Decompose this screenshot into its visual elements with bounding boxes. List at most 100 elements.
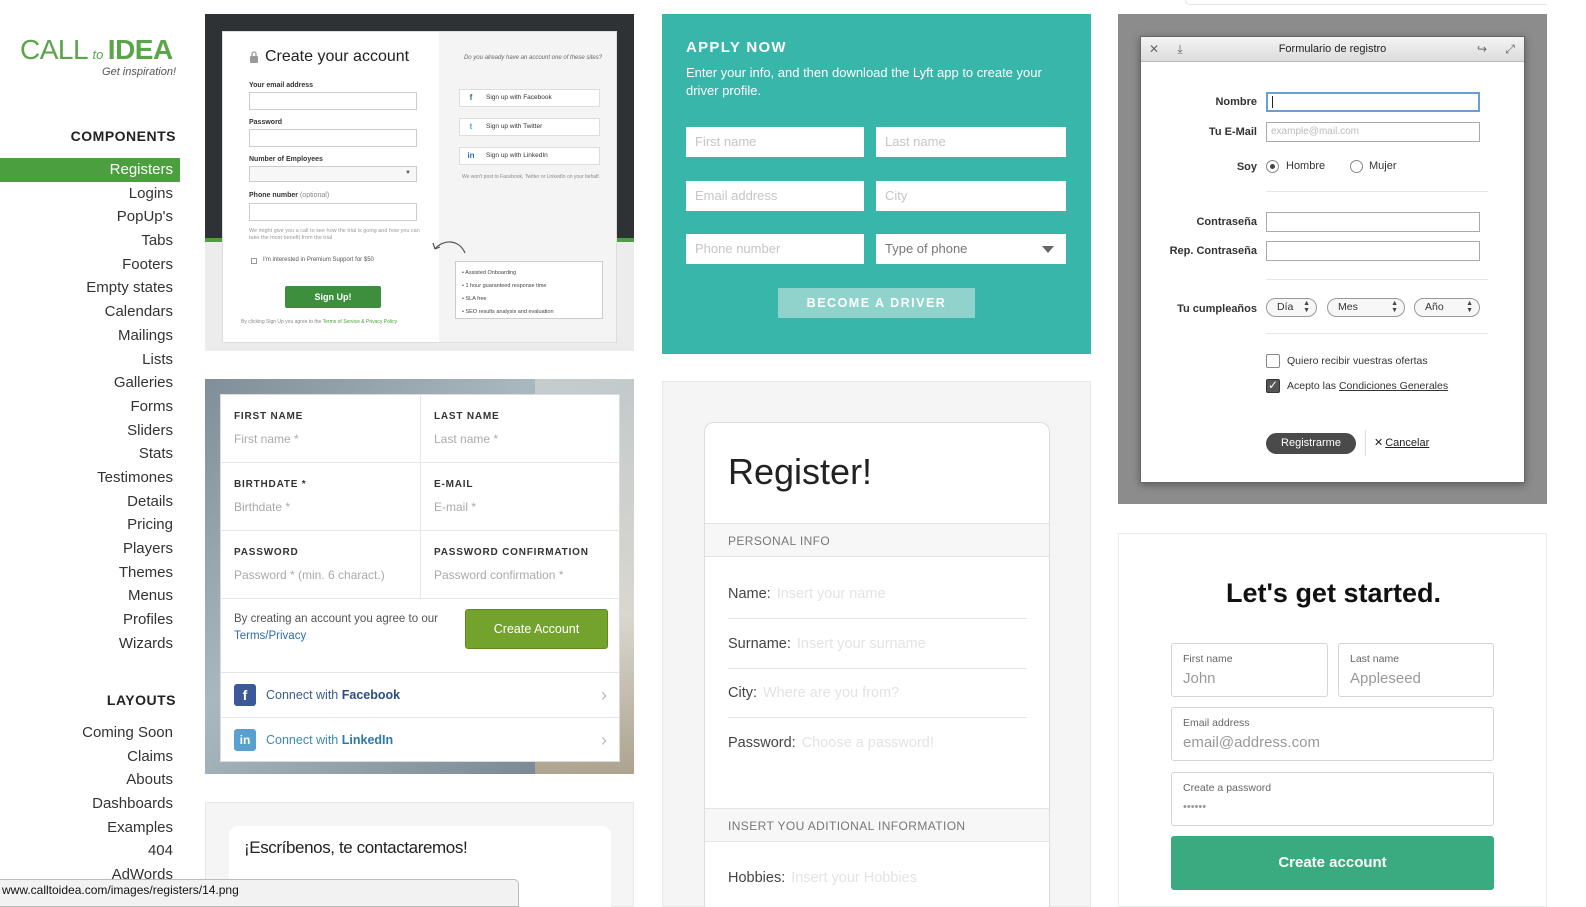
terms-link[interactable]: Terms/Privacy (234, 630, 306, 642)
register-card-create-account[interactable]: Create your account Your email address P… (205, 14, 634, 351)
sidebar-item[interactable]: Menus (0, 584, 180, 608)
grid-field[interactable]: PASSWORD CONFIRMATION Password confirmati… (420, 531, 620, 599)
email-input[interactable]: Email address (686, 181, 864, 211)
sidebar-item[interactable]: Sliders (0, 419, 180, 443)
month-select[interactable]: Mes ▲ ▼ (1327, 298, 1405, 317)
sidebar-item[interactable]: Coming Soon (0, 721, 180, 745)
city-input[interactable]: City (876, 181, 1066, 211)
email-input[interactable] (249, 92, 417, 110)
divider (1365, 430, 1366, 456)
first-name-field[interactable]: First name John (1171, 643, 1328, 697)
sidebar-item[interactable]: Examples (0, 816, 180, 840)
sidebar-item[interactable]: Players (0, 537, 180, 561)
nombre-label: Nombre (1215, 96, 1257, 108)
nombre-input[interactable] (1266, 92, 1480, 112)
sidebar-item[interactable]: 404 (0, 839, 180, 863)
sidebar-item[interactable]: Pricing (0, 513, 180, 537)
premium-checkbox[interactable] (251, 258, 257, 264)
close-icon[interactable]: ✕ (1146, 37, 1162, 61)
sidebar-item[interactable]: Logins (0, 182, 180, 206)
text-cursor (1272, 96, 1273, 108)
sidebar-item[interactable]: Claims (0, 745, 180, 769)
social-signup-button[interactable]: t Sign up with Twitter (459, 118, 600, 136)
register-card-apply-now[interactable]: APPLY NOW Enter your info, and then down… (662, 14, 1091, 354)
updown-icon: ▲ ▼ (1466, 300, 1473, 314)
phone-input[interactable] (249, 203, 417, 221)
create-account-button[interactable]: Create Account (465, 609, 608, 649)
window-title: Formulario de registro (1278, 43, 1387, 55)
field-label: FIRST NAME (234, 411, 304, 422)
phone-type-select[interactable]: Type of phone (876, 234, 1066, 264)
page: CALL to IDEA Get inspiration! COMPONENTS… (0, 0, 1586, 907)
conditions-link[interactable]: Condiciones Generales (1339, 380, 1448, 392)
email-field[interactable]: Email address email@address.com (1171, 707, 1494, 761)
sidebar-item[interactable]: Details (0, 490, 180, 514)
offers-checkbox[interactable] (1266, 354, 1280, 368)
password-input[interactable] (1266, 212, 1480, 232)
day-select[interactable]: Día ▲ ▼ (1266, 298, 1317, 317)
sidebar-item[interactable]: Testimones (0, 466, 180, 490)
apply-description: Enter your info, and then download the L… (686, 65, 1042, 98)
personal-field[interactable]: Name: Insert your name (728, 569, 1027, 619)
social-signup-button[interactable]: in Sign up with LinkedIn (459, 147, 600, 165)
password-field[interactable]: Create a password •••••• (1171, 772, 1494, 826)
sidebar-item[interactable]: Empty states (0, 276, 180, 300)
employees-select[interactable]: ▼ (249, 166, 417, 182)
password-input[interactable] (249, 129, 417, 147)
social-signup-button[interactable]: f Sign up with Facebook (459, 89, 600, 107)
additional-info-header: INSERT YOU ADITIONAL INFORMATION (705, 808, 1049, 842)
create-account-button[interactable]: Create account (1171, 836, 1494, 890)
sidebar-item[interactable]: Themes (0, 561, 180, 585)
grid-field[interactable]: E-MAIL E-mail * (420, 463, 620, 531)
terms-link[interactable]: Terms of Service & Privacy Policy (323, 319, 397, 325)
last-name-value: Appleseed (1350, 670, 1421, 687)
hobbies-field[interactable]: Hobbies: Insert your Hobbies (728, 853, 1027, 903)
last-name-field[interactable]: Last name Appleseed (1338, 643, 1494, 697)
become-driver-button[interactable]: BECOME A DRIVER (778, 288, 975, 318)
sidebar-item[interactable]: Abouts (0, 768, 180, 792)
first-name-input[interactable]: First name (686, 127, 864, 157)
linkedin-icon: in (234, 729, 256, 751)
password-repeat-input[interactable] (1266, 241, 1480, 261)
personal-field[interactable]: City: Where are you from? (728, 668, 1027, 718)
download-icon[interactable]: ⤓ (1172, 37, 1188, 61)
email-input[interactable]: example@mail.com (1266, 122, 1480, 142)
sidebar-item[interactable]: PopUp's (0, 205, 180, 229)
sidebar-item[interactable]: Dashboards (0, 792, 180, 816)
sidebar-item[interactable]: Galleries (0, 371, 180, 395)
year-select[interactable]: Año ▲ ▼ (1414, 298, 1480, 317)
sidebar-item[interactable]: Profiles (0, 608, 180, 632)
mujer-radio[interactable] (1350, 160, 1363, 173)
hombre-radio[interactable] (1266, 160, 1279, 173)
sidebar-item[interactable]: Mailings (0, 324, 180, 348)
expand-icon[interactable]: ⤢ (1502, 37, 1518, 61)
curved-arrow-icon (432, 241, 466, 254)
signup-button[interactable]: Sign Up! (285, 286, 381, 308)
email-value: email@address.com (1183, 734, 1320, 751)
grid-field[interactable]: LAST NAME Last name * (420, 395, 620, 463)
register-button[interactable]: Registrarme (1266, 433, 1356, 454)
sidebar-item[interactable]: Lists (0, 348, 180, 372)
sidebar-item[interactable]: Wizards (0, 632, 180, 656)
password-label: Create a password (1183, 782, 1272, 794)
grid-field[interactable]: FIRST NAME First name * (221, 395, 421, 463)
phone-input[interactable]: Phone number (686, 234, 864, 264)
cancel-link[interactable]: ✕ Cancelar (1374, 436, 1429, 449)
sidebar-item[interactable]: Tabs (0, 229, 180, 253)
sidebar-item[interactable]: Registers (0, 158, 180, 182)
grid-field[interactable]: PASSWORD Password * (min. 6 charact.) (221, 531, 421, 599)
personal-field[interactable]: Password: Choose a password! (728, 718, 1027, 768)
logo[interactable]: CALL to IDEA Get inspiration! (20, 34, 180, 84)
accept-checkbox[interactable] (1266, 378, 1280, 393)
sidebar-item[interactable]: Stats (0, 442, 180, 466)
sidebar-item[interactable]: Forms (0, 395, 180, 419)
sidebar-item[interactable]: Footers (0, 253, 180, 277)
connect-facebook-button[interactable]: f Connect with Facebook › (221, 672, 619, 717)
grid-field[interactable]: BIRTHDATE * Birthdate * (221, 463, 421, 531)
connect-linkedin-button[interactable]: in Connect with LinkedIn › (221, 717, 619, 762)
last-name-input[interactable]: Last name (876, 127, 1066, 157)
share-icon[interactable]: ↪ (1474, 37, 1490, 61)
birthday-label: Tu cumpleaños (1177, 303, 1257, 315)
personal-field[interactable]: Surname: Insert your surname (728, 619, 1027, 669)
sidebar-item[interactable]: Calendars (0, 300, 180, 324)
